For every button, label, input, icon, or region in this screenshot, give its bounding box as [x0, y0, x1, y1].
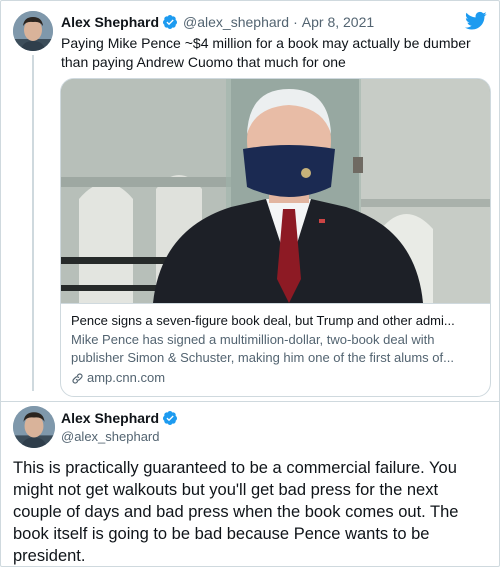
tweet-text: Paying Mike Pence ~$4 million for a book… — [61, 35, 471, 70]
divider — [1, 401, 499, 402]
card-image — [61, 79, 490, 303]
avatar-image — [13, 11, 53, 51]
parent-tweet[interactable]: Alex Shephard @alex_shephard · Apr 8, 20… — [1, 1, 499, 401]
twitter-bird-icon[interactable] — [465, 11, 487, 31]
tweet-text: This is practically guaranteed to be a c… — [13, 459, 459, 565]
author-handle[interactable]: @alex_shephard — [183, 14, 289, 30]
separator-dot: · — [293, 14, 298, 30]
author-name[interactable]: Alex Shephard — [61, 410, 159, 426]
author-name[interactable]: Alex Shephard — [61, 14, 159, 30]
verified-badge-icon — [163, 411, 178, 425]
link-card[interactable]: Pence signs a seven-figure book deal, bu… — [60, 78, 491, 397]
parent-tweet-header: Alex Shephard @alex_shephard · Apr 8, 20… — [61, 12, 487, 32]
card-description: Mike Pence has signed a multimillion-dol… — [71, 332, 454, 365]
card-domain[interactable]: amp.cnn.com — [71, 369, 480, 387]
author-name-row: Alex Shephard — [61, 410, 183, 426]
card-body: Pence signs a seven-figure book deal, bu… — [61, 303, 490, 396]
verified-badge-icon — [163, 15, 178, 29]
thread-line — [32, 55, 34, 391]
avatar[interactable] — [13, 406, 55, 448]
avatar-image — [13, 406, 55, 448]
author-handle[interactable]: @alex_shephard — [61, 429, 159, 444]
tweet-embed: Alex Shephard @alex_shephard · Apr 8, 20… — [0, 0, 500, 567]
card-domain-text: amp.cnn.com — [87, 370, 166, 385]
card-title[interactable]: Pence signs a seven-figure book deal, bu… — [71, 312, 480, 330]
link-icon — [72, 372, 83, 384]
avatar[interactable] — [13, 11, 53, 51]
tweet-date[interactable]: Apr 8, 2021 — [302, 14, 374, 30]
